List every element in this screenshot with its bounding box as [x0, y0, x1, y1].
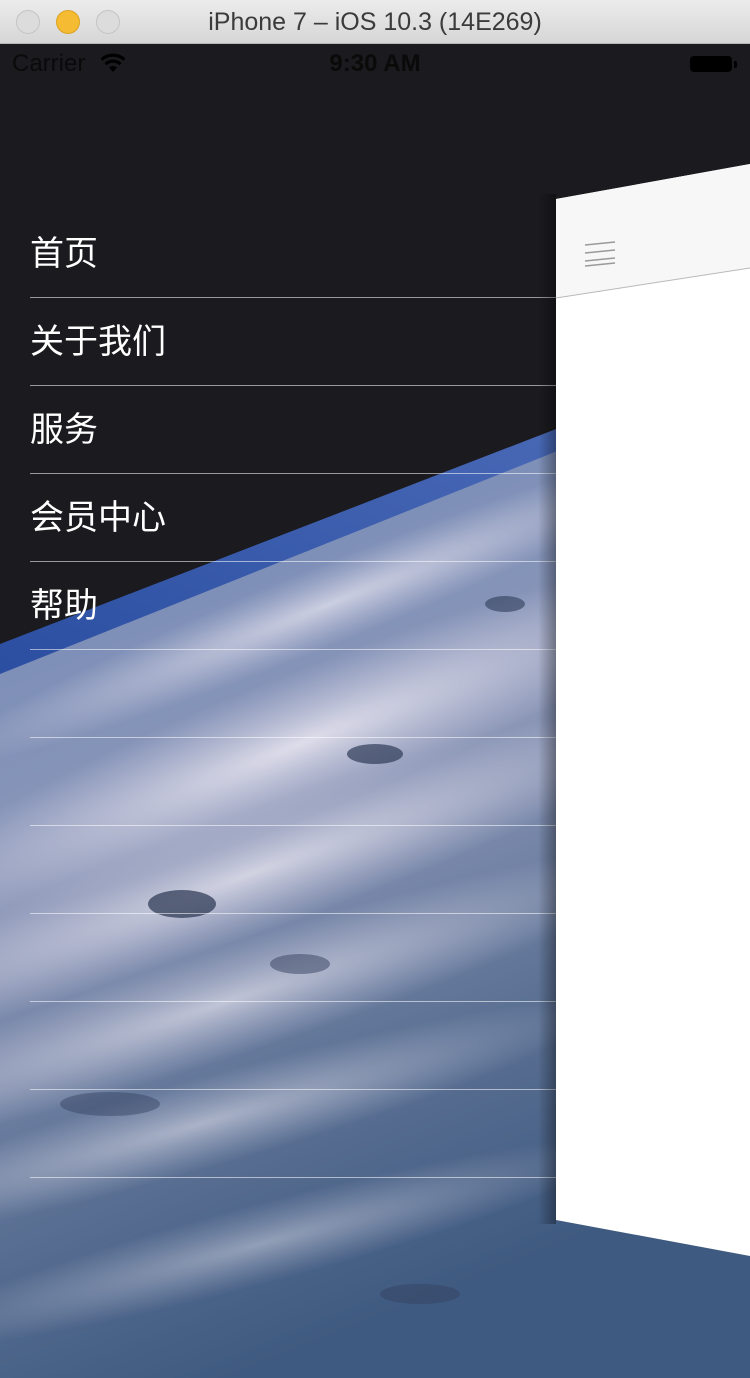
menu-item-services[interactable]: 服务 — [30, 386, 570, 474]
simulator-window: iPhone 7 – iOS 10.3 (14E269) Carrier 9:3… — [0, 0, 750, 1378]
menu-item-empty[interactable] — [30, 1002, 570, 1090]
battery-icon — [690, 56, 732, 72]
menu-item-member-center[interactable]: 会员中心 — [30, 474, 570, 562]
window-titlebar[interactable]: iPhone 7 – iOS 10.3 (14E269) — [0, 0, 750, 44]
status-bar: Carrier 9:30 AM — [0, 44, 750, 84]
menu-item-home[interactable]: 首页 — [30, 210, 570, 298]
panel-shadow — [538, 194, 556, 1224]
main-content-panel[interactable] — [538, 44, 750, 1378]
menu-item-empty[interactable] — [30, 826, 570, 914]
battery-tip-icon — [734, 61, 737, 68]
hamburger-menu-icon[interactable] — [584, 240, 616, 268]
menu-item-empty[interactable] — [30, 738, 570, 826]
status-time: 9:30 AM — [329, 50, 421, 77]
menu-item-empty[interactable] — [30, 1090, 570, 1178]
menu-item-empty[interactable] — [30, 914, 570, 1002]
window-title: iPhone 7 – iOS 10.3 (14E269) — [208, 8, 542, 36]
side-menu: 首页 关于我们 服务 会员中心 帮助 — [30, 210, 570, 1178]
menu-item-about-us[interactable]: 关于我们 — [30, 298, 570, 386]
menu-item-help[interactable]: 帮助 — [30, 562, 570, 650]
device-screen: Carrier 9:30 AM 首页 关于我们 服务 会员中心 帮助 — [0, 44, 750, 1378]
menu-item-empty[interactable] — [30, 650, 570, 738]
